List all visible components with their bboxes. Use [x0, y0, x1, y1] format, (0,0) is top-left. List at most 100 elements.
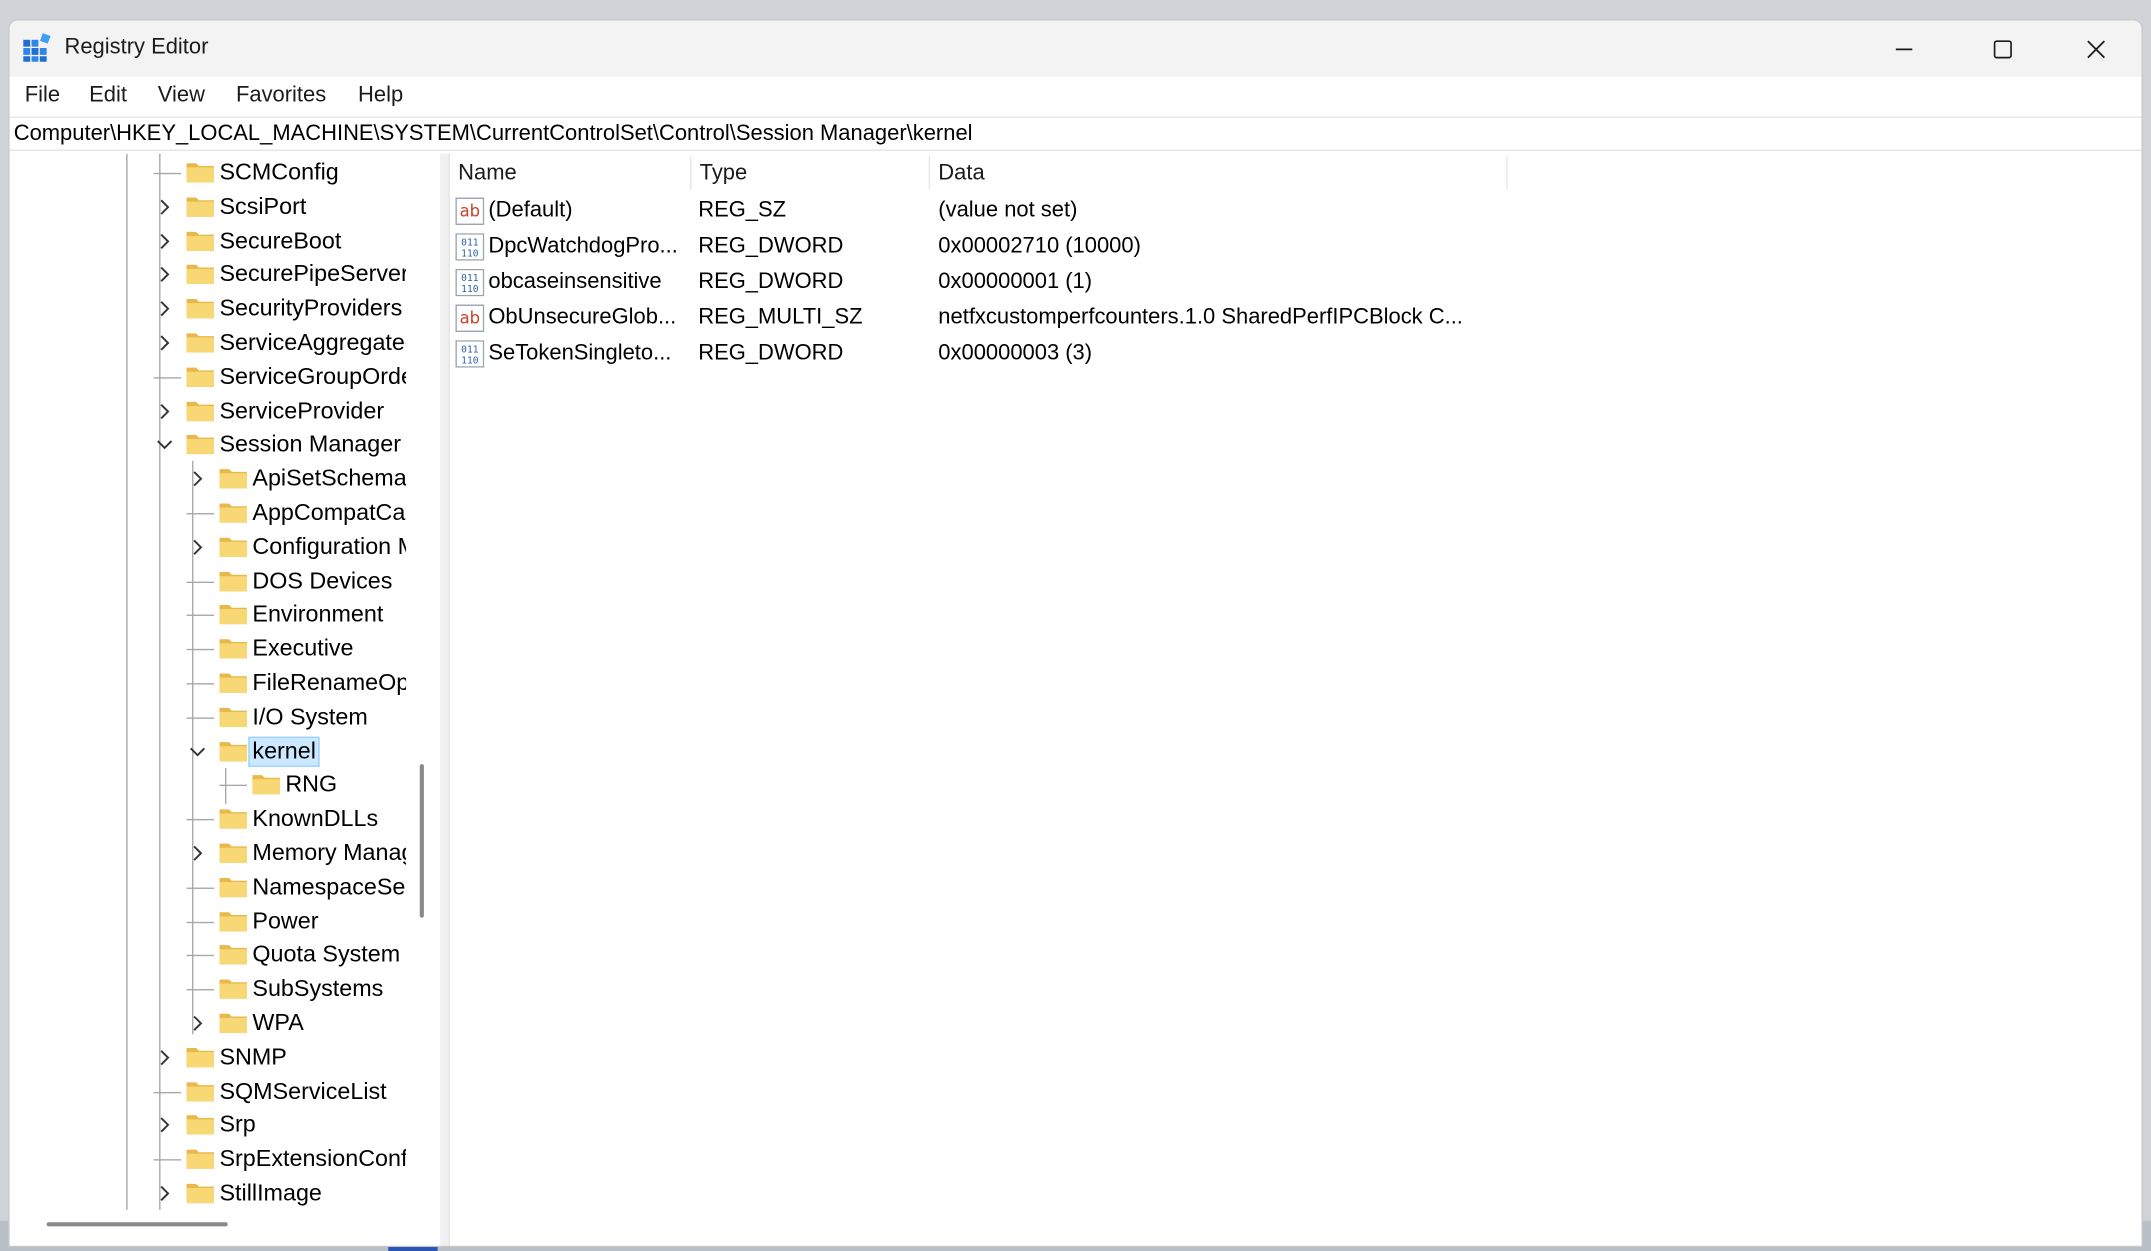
tree-node[interactable]: SecurityProviders: [11, 292, 406, 325]
tree-node[interactable]: SrpExtensionConfig: [11, 1143, 406, 1176]
tree-node[interactable]: SQMServiceList: [11, 1075, 406, 1108]
value-row[interactable]: 011 110 DpcWatchdogPro... REG_DWORD 0x000027…: [450, 230, 1506, 266]
tree-node-label[interactable]: SecurityProviders: [217, 295, 405, 322]
column-header-type[interactable]: Type: [691, 154, 931, 192]
menu-help[interactable]: Help: [358, 84, 403, 109]
address-bar[interactable]: Computer\HKEY_LOCAL_MACHINE\SYSTEM\Curre…: [9, 116, 2142, 151]
tree-node[interactable]: Memory Management: [11, 837, 406, 870]
chevron-down-icon[interactable]: [188, 742, 207, 761]
tree-node[interactable]: ApiSetSchemaExtensions: [11, 462, 406, 495]
tree-node[interactable]: Configuration Manager: [11, 531, 406, 564]
tree-node-label[interactable]: ServiceProvider: [217, 398, 387, 425]
tree-node[interactable]: KnownDLLs: [11, 803, 406, 836]
tree-node-label[interactable]: Power: [250, 908, 322, 935]
chevron-right-icon[interactable]: [155, 265, 174, 284]
tree-node-label[interactable]: SNMP: [217, 1044, 290, 1071]
tree-node-label[interactable]: NamespaceSeparation: [250, 874, 406, 901]
column-header-data[interactable]: Data: [930, 154, 1508, 192]
tree-node-label[interactable]: RNG: [283, 771, 340, 798]
title-bar[interactable]: Registry Editor: [9, 20, 2142, 77]
tree-node-label[interactable]: ServiceGroupOrder: [217, 364, 406, 391]
tree-node-label[interactable]: SCMConfig: [217, 159, 342, 186]
tree-node[interactable]: Quota System: [11, 938, 406, 971]
address-path[interactable]: Computer\HKEY_LOCAL_MACHINE\SYSTEM\Curre…: [14, 122, 973, 147]
tree-node-label[interactable]: Srp: [217, 1111, 259, 1138]
tree-node-label[interactable]: FileRenameOperations: [250, 669, 406, 696]
tree-node-label[interactable]: AppCompatCache: [250, 499, 406, 526]
tree-node-label[interactable]: ApiSetSchemaExtensions: [250, 465, 406, 492]
tree-node-label[interactable]: ServiceAggregatedEvents: [217, 329, 406, 356]
tree-node[interactable]: FileRenameOperations: [11, 667, 406, 700]
tree-node[interactable]: kernel: [11, 735, 406, 768]
chevron-right-icon[interactable]: [155, 333, 174, 352]
chevron-down-icon[interactable]: [155, 435, 174, 454]
tree-node[interactable]: Environment: [11, 598, 406, 631]
tree-node[interactable]: ServiceGroupOrder: [11, 361, 406, 394]
tree-node[interactable]: AppCompatCache: [11, 497, 406, 530]
chevron-right-icon[interactable]: [155, 1184, 174, 1203]
chevron-right-icon[interactable]: [155, 198, 174, 217]
tree-node-label[interactable]: WPA: [250, 1010, 307, 1037]
selected-tree-node-label[interactable]: kernel: [248, 736, 321, 767]
value-row[interactable]: ab ObUnsecureGlob... REG_MULTI_SZ netfxcust…: [450, 302, 1506, 338]
tree-vertical-scrollbar[interactable]: [419, 764, 424, 918]
tree-node[interactable]: Session Manager: [11, 428, 406, 461]
tree-node[interactable]: SecureBoot: [11, 225, 406, 258]
column-header-name[interactable]: Name: [450, 154, 692, 192]
value-row[interactable]: 011 110 obcaseinsensitive REG_DWORD 0x000000…: [450, 266, 1506, 302]
tree-node-label[interactable]: KnownDLLs: [250, 805, 381, 832]
tree-node-label[interactable]: Environment: [250, 601, 386, 628]
menu-edit[interactable]: Edit: [89, 84, 127, 109]
minimize-button[interactable]: [1860, 21, 1948, 77]
chevron-right-icon[interactable]: [188, 844, 207, 863]
tree-node[interactable]: I/O System: [11, 701, 406, 734]
tree-node[interactable]: Power: [11, 905, 406, 938]
tree-node-label[interactable]: SubSystems: [250, 975, 386, 1002]
tree-node[interactable]: NamespaceSeparation: [11, 871, 406, 904]
key-tree-pane[interactable]: SCMConfig ScsiPort SecureBoot SecurePipeSer…: [10, 153, 442, 1246]
close-button[interactable]: [2052, 21, 2140, 77]
tree-node-label[interactable]: Memory Management: [250, 840, 406, 867]
maximize-button[interactable]: [1959, 21, 2047, 77]
tree-node[interactable]: Executive: [11, 632, 406, 665]
tree-node-label[interactable]: SecurePipeServers: [217, 261, 406, 288]
tree-node-label[interactable]: SecureBoot: [217, 228, 344, 255]
chevron-right-icon[interactable]: [188, 469, 207, 488]
tree-node-label[interactable]: ScsiPort: [217, 193, 309, 220]
tree-node-label[interactable]: Configuration Manager: [250, 534, 406, 561]
tree-node[interactable]: StillImage: [11, 1177, 406, 1210]
tree-node-label[interactable]: StillImage: [217, 1180, 325, 1207]
tree-node-label[interactable]: Executive: [250, 635, 357, 662]
tree-node-label[interactable]: SrpExtensionConfig: [217, 1145, 406, 1172]
tree-node-label[interactable]: SQMServiceList: [217, 1078, 390, 1105]
tree-node[interactable]: ScsiPort: [11, 191, 406, 224]
tree-node[interactable]: ServiceProvider: [11, 395, 406, 428]
tree-node[interactable]: Srp: [11, 1108, 406, 1141]
tree-node-label[interactable]: I/O System: [250, 704, 371, 731]
chevron-right-icon[interactable]: [155, 1048, 174, 1067]
chevron-right-icon[interactable]: [155, 299, 174, 318]
chevron-right-icon[interactable]: [188, 1014, 207, 1033]
tree-node[interactable]: SecurePipeServers: [11, 258, 406, 291]
tree-node[interactable]: SCMConfig: [11, 156, 406, 189]
tree-node-label[interactable]: Quota System: [250, 941, 403, 968]
values-list[interactable]: Name Type Data ab (Default) REG_SZ (value n…: [448, 153, 2142, 1246]
tree-node-label[interactable]: Session Manager: [217, 431, 404, 458]
tree-node[interactable]: RNG: [11, 768, 406, 801]
value-row[interactable]: 011 110 SeTokenSingleto... REG_DWORD 0x00000…: [450, 337, 1506, 373]
chevron-right-icon[interactable]: [188, 538, 207, 557]
chevron-right-icon[interactable]: [155, 1115, 174, 1134]
pane-splitter[interactable]: [440, 153, 449, 1246]
tree-node[interactable]: SNMP: [11, 1041, 406, 1074]
menu-file[interactable]: File: [25, 84, 60, 109]
tree-node-label[interactable]: DOS Devices: [250, 568, 395, 595]
tree-node[interactable]: DOS Devices: [11, 565, 406, 598]
tree-node[interactable]: WPA: [11, 1007, 406, 1040]
tree-node[interactable]: SubSystems: [11, 973, 406, 1006]
tree-horizontal-scrollbar[interactable]: [46, 1222, 228, 1227]
chevron-right-icon[interactable]: [155, 232, 174, 251]
chevron-right-icon[interactable]: [155, 402, 174, 421]
menu-favorites[interactable]: Favorites: [236, 84, 326, 109]
value-row[interactable]: ab (Default) REG_SZ (value not set): [450, 195, 1506, 231]
tree-node[interactable]: ServiceAggregatedEvents: [11, 326, 406, 359]
